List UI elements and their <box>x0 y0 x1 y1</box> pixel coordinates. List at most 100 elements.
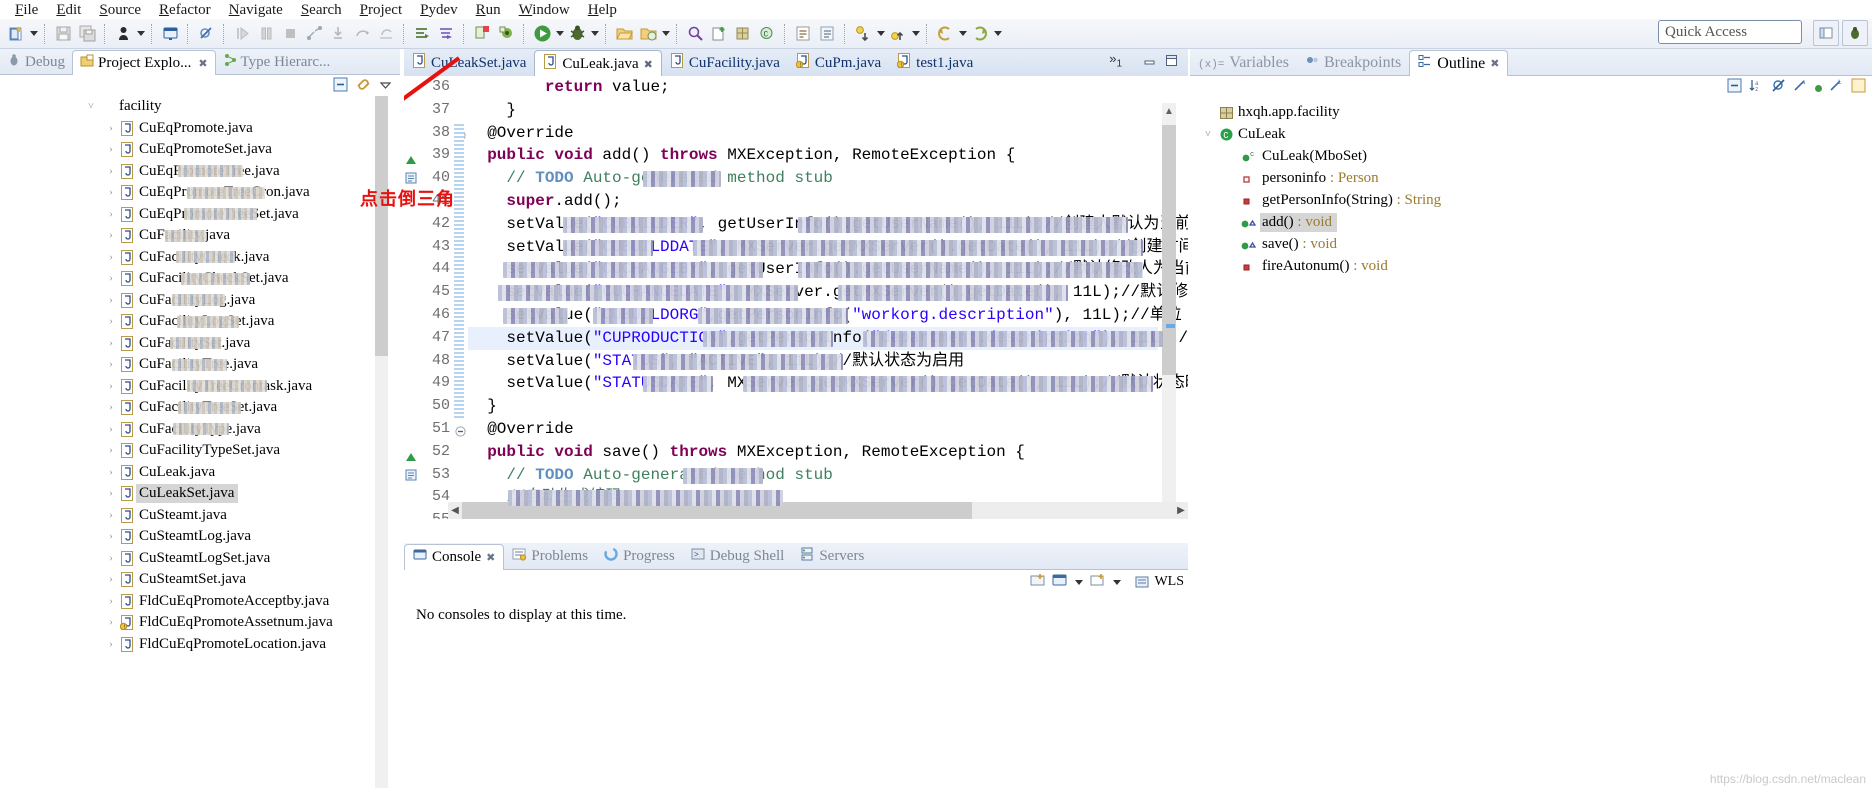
tree-item-selected[interactable]: › CuLeakSet.java <box>0 483 388 505</box>
view-tab-debug[interactable]: Debug <box>0 50 72 74</box>
step-return-icon[interactable] <box>375 23 397 45</box>
editor-tab-cufacility[interactable]: CuFacility.java <box>662 50 788 76</box>
project-tree[interactable]: ˅ facility › CuEqPromote.java › CuEqPromoteSe… <box>0 96 388 788</box>
tree-expand-arrow[interactable]: › <box>104 424 118 435</box>
tree-expand-arrow[interactable]: › <box>104 596 118 607</box>
collapse-all-icon[interactable] <box>333 77 348 95</box>
debug-configuration-icon[interactable] <box>495 23 517 45</box>
open-console-icon[interactable] <box>159 23 181 45</box>
code-line[interactable]: public void save() throws MXException, R… <box>468 441 1158 464</box>
outline-item[interactable]: ˅ C CuLeak <box>1190 123 1872 145</box>
tree-item[interactable]: › CuFacilityTreeCrontask.java <box>0 376 388 398</box>
code-editor[interactable]: 3637383940414243444546474849505152535455… <box>404 76 1188 519</box>
todo-task-marker-icon[interactable] <box>405 469 417 484</box>
tree-item[interactable]: › CuSteamt.java <box>0 505 388 527</box>
tree-item[interactable]: › CuFacilityLog.java <box>0 290 388 312</box>
tree-item[interactable]: › CuFacilityLogSet.java <box>0 311 388 333</box>
outline-item[interactable]: personinfo : Person <box>1190 167 1872 189</box>
tree-item[interactable]: › CuFacilityTree.java <box>0 354 388 376</box>
tree-item[interactable]: › CuSteamtLog.java <box>0 526 388 548</box>
next-annotation-caret[interactable] <box>875 23 886 45</box>
view-tab-type-hierarc[interactable]: Type Hierarc... <box>216 50 338 74</box>
forward-caret[interactable] <box>992 23 1003 45</box>
run-configuration-icon[interactable] <box>471 23 493 45</box>
tree-item[interactable]: › CuFacilityCheck.java <box>0 247 388 269</box>
code-line[interactable]: } <box>468 395 1158 418</box>
tree-expand-arrow[interactable]: › <box>104 252 118 263</box>
view-tab-outline[interactable]: Outline ✖ <box>1409 50 1509 76</box>
console-tab-console[interactable]: Console ✖ <box>404 544 505 570</box>
menu-item-pydev[interactable]: Pydev <box>411 1 467 19</box>
tree-expand-arrow[interactable]: › <box>104 639 118 650</box>
hide-fields-icon[interactable] <box>1771 78 1786 96</box>
override-marker-icon[interactable] <box>406 152 416 167</box>
tree-item[interactable]: › CuSteamtSet.java <box>0 569 388 591</box>
back-caret[interactable] <box>957 23 968 45</box>
scrollbar-thumb[interactable] <box>1162 125 1176 375</box>
menu-item-edit[interactable]: Edit <box>47 1 90 19</box>
outline-item[interactable]: fireAutonum() : void <box>1190 255 1872 277</box>
tree-item[interactable]: › CuEqPromoteTreeCron.java <box>0 182 388 204</box>
debug-perspective-icon[interactable] <box>112 23 134 45</box>
tree-item[interactable]: › CuFacilityTypeSet.java <box>0 440 388 462</box>
tree-expand-arrow[interactable]: › <box>104 295 118 306</box>
console-tab-progress[interactable]: Progress <box>596 544 683 569</box>
tree-expand-arrow[interactable]: › <box>104 574 118 585</box>
run-ant-build-icon[interactable] <box>435 23 457 45</box>
outline-tree[interactable]: hxqh.app.facility ˅ C CuLeak c CuLeak(MboSet)… <box>1190 98 1872 277</box>
view-tab-breakpoints[interactable]: Breakpoints <box>1297 50 1409 75</box>
code-line[interactable]: return value; <box>468 76 1158 99</box>
debug-dropdown-caret-2[interactable] <box>589 23 600 45</box>
debug-perspective-button[interactable] <box>1842 20 1868 46</box>
tree-item[interactable]: › CuEqPromoteSet.java <box>0 139 388 161</box>
editor-tab-cupm[interactable]: ! CuPm.java <box>788 50 889 76</box>
tree-expand-arrow[interactable]: › <box>104 445 118 456</box>
debug-bug-icon[interactable] <box>566 23 588 45</box>
tree-item[interactable]: ˅ facility <box>0 96 388 118</box>
tree-expand-arrow[interactable]: › <box>104 531 118 542</box>
new-console-caret[interactable] <box>1112 571 1122 593</box>
link-with-editor-icon[interactable] <box>356 77 371 95</box>
run-dropdown-caret[interactable] <box>554 23 565 45</box>
annotation-ruler[interactable] <box>404 76 420 519</box>
tree-expand-arrow[interactable]: › <box>104 359 118 370</box>
search-icon[interactable] <box>684 23 706 45</box>
editor-vertical-scrollbar[interactable]: ▲ ▼ <box>1162 103 1176 519</box>
close-icon[interactable]: ✖ <box>644 58 653 71</box>
tree-expand-arrow[interactable]: › <box>104 230 118 241</box>
tree-item[interactable]: › CuEqPromoteTree.java <box>0 161 388 183</box>
tree-expand-arrow[interactable]: › <box>104 338 118 349</box>
overview-marker[interactable] <box>1166 324 1175 328</box>
tree-item[interactable]: › CuEqPromoteTreeSet.java <box>0 204 388 226</box>
code-line[interactable]: } <box>468 99 1158 122</box>
back-icon[interactable] <box>934 23 956 45</box>
tree-item[interactable]: › CuFacilitySet.java <box>0 333 388 355</box>
new-class-icon[interactable]: C <box>756 23 778 45</box>
tree-item[interactable]: › FldCuEqPromoteLocation.java <box>0 634 388 656</box>
new-dropdown-caret[interactable] <box>28 23 39 45</box>
fold-collapse-icon[interactable] <box>455 425 466 437</box>
tree-expand-arrow[interactable]: › <box>104 144 118 155</box>
tree-expand-arrow[interactable]: › <box>104 187 118 198</box>
menu-item-file[interactable]: File <box>6 1 47 19</box>
tree-item[interactable]: › FldCuEqPromoteAcceptby.java <box>0 591 388 613</box>
suspend-icon[interactable] <box>255 23 277 45</box>
tree-item[interactable]: › CuSteamtLogSet.java <box>0 548 388 570</box>
editor-tab-culeak[interactable]: CuLeak.java ✖ <box>534 50 662 77</box>
menu-item-refactor[interactable]: Refactor <box>150 1 220 19</box>
editor-maximize-button[interactable] <box>1165 54 1178 70</box>
run-last-tool-icon[interactable] <box>411 23 433 45</box>
server-status[interactable]: WLS <box>1134 574 1184 590</box>
display-selected-console-icon[interactable] <box>1052 573 1068 592</box>
tree-expand-arrow[interactable]: › <box>104 510 118 521</box>
editor-tab-culeakset[interactable]: CuLeakSet.java <box>404 50 534 76</box>
tree-expand-arrow[interactable]: › <box>104 209 118 220</box>
display-console-caret[interactable] <box>1074 571 1084 593</box>
tree-expand-arrow[interactable]: › <box>104 617 118 628</box>
open-folder-caret[interactable] <box>660 23 671 45</box>
previous-annotation-caret[interactable] <box>910 23 921 45</box>
open-folder-icon[interactable] <box>613 23 635 45</box>
view-menu-icon[interactable] <box>379 78 392 94</box>
menu-item-window[interactable]: Window <box>510 1 579 19</box>
step-into-icon[interactable] <box>327 23 349 45</box>
